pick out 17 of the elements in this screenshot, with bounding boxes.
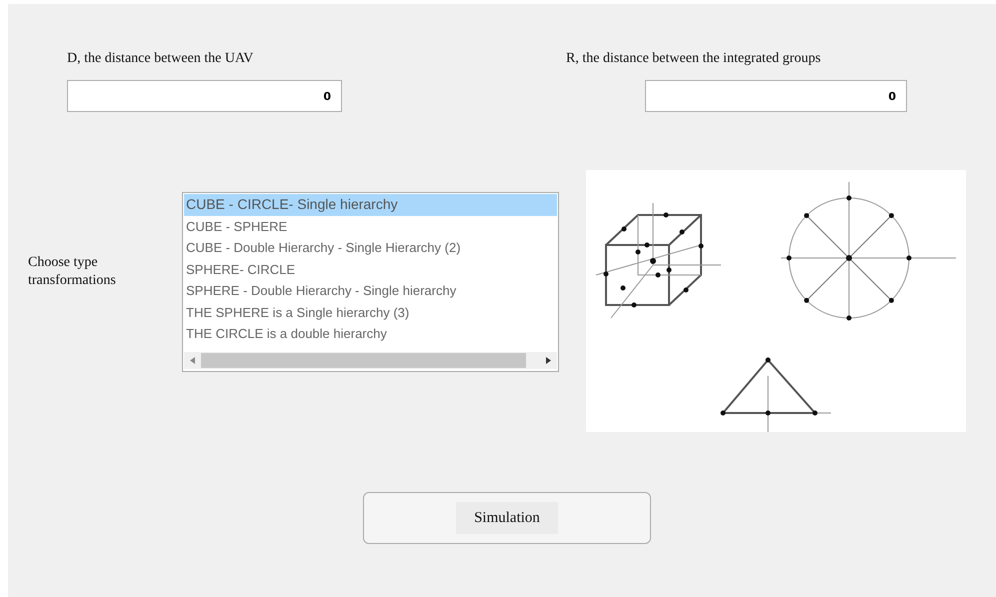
list-item[interactable]: THE SPHERE is a Single hierarchy (3) [184,302,557,323]
field-label: D, the distance between the UAV [67,50,254,68]
horizontal-scrollbar[interactable] [184,352,557,369]
list-box[interactable] [182,192,559,372]
scroll-left-icon[interactable] [190,357,195,364]
scroll-right-icon[interactable] [546,357,551,364]
list-item[interactable]: THE CIRCLE is a double hierarchy [184,323,557,344]
list-item[interactable]: CUBE - SPHERE [184,216,557,237]
list-item[interactable]: CUBE - CIRCLE- Single hierarchy [184,194,557,216]
list-item[interactable]: SPHERE - Double Hierarchy - Single hierarchy [184,280,557,302]
list-item[interactable]: SPHERE- CIRCLE [184,258,557,280]
list-label: Choose type transformations [28,254,117,290]
input-field[interactable]: 0 [645,80,907,112]
list-item[interactable]: CUBE - Double Hierarchy - Single Hierarchy (2) [184,237,557,258]
input-field[interactable]: 0 [67,80,342,112]
simulation-button[interactable]: Simulation [363,492,651,544]
field-label: R, the distance between the integrated groups [566,50,821,68]
